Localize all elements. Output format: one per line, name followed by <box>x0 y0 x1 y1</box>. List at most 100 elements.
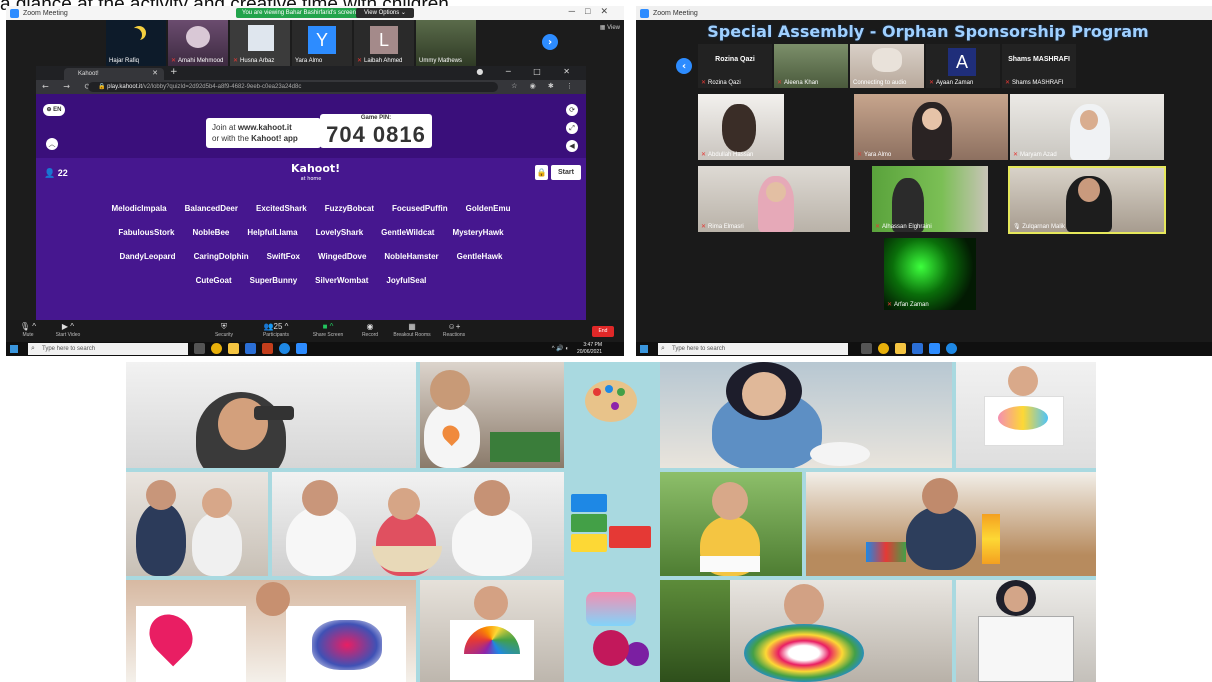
video-tile-active-speaker[interactable]: 🎙 Zulqarnan Malik <box>1008 166 1166 234</box>
taskbar-search[interactable]: ⌕ Type here to search <box>658 343 848 355</box>
browser-tab[interactable]: Kahoot! ✕ <box>64 68 164 80</box>
game-pin-box: Game PIN: 704 0816 <box>320 114 432 148</box>
video-tile[interactable]: ✕ Abdullah Hassan <box>698 94 784 160</box>
taskbar-search[interactable]: ⌕ Type here to search <box>28 343 188 355</box>
security-button[interactable]: ⛨ Security <box>204 322 244 338</box>
player-nickname: SuperBunny <box>245 274 302 287</box>
participant-thumb[interactable]: ✕ Aleena Khan <box>774 44 848 88</box>
windows-start-icon[interactable] <box>10 345 18 353</box>
video-tile[interactable]: ✕ Yara Almo <box>854 94 1008 160</box>
start-button[interactable]: Start <box>551 165 581 180</box>
lock-icon[interactable]: 🔒 <box>535 165 548 180</box>
view-button[interactable]: ▦ View <box>600 24 620 31</box>
participant-thumb[interactable]: Rozina Qazi ✕ Rozina Qazi <box>698 44 772 88</box>
chrome-icon[interactable] <box>211 343 222 354</box>
player-nickname: HelpfulLlama <box>243 226 302 239</box>
assembly-title: Special Assembly - Orphan Sponsorship Pr… <box>707 22 1149 41</box>
settings-icon[interactable]: ⟳ <box>566 104 578 116</box>
extension-icons[interactable]: ☆ ◉ ✱ ⋮ <box>511 82 578 90</box>
collapse-icon[interactable]: ︿ <box>46 138 58 150</box>
paint-palette-icon <box>566 362 656 440</box>
video-tile[interactable]: ✕ Alhassan Elghraini <box>872 166 988 232</box>
edge-icon[interactable] <box>946 343 957 354</box>
word-icon[interactable] <box>245 343 256 354</box>
zoom-titlebar: Zoom Meeting <box>636 6 1212 20</box>
toy-car <box>254 406 294 420</box>
mandala-art <box>744 624 864 682</box>
reactions-button[interactable]: ☺+ Reactions <box>434 322 474 338</box>
task-view-icon[interactable] <box>861 343 872 354</box>
participant-thumb[interactable]: ✕ Husna Arbaz <box>230 20 290 66</box>
taskbar-apps <box>861 343 957 354</box>
volume-icon[interactable]: ◀ <box>566 140 578 152</box>
mic-off-icon: ✕ <box>171 58 177 64</box>
next-page-arrow-icon[interactable]: › <box>542 34 558 50</box>
browser-window-controls[interactable]: ● ─ □ ✕ <box>476 67 580 76</box>
close-tab-icon[interactable]: ✕ <box>152 68 158 80</box>
address-bar[interactable]: 🔒 play.kahoot.it/v2/lobby?quizId=2d92d5b… <box>88 82 498 92</box>
participant-name: Aleena Khan <box>784 80 819 86</box>
moon-avatar-icon <box>128 28 142 42</box>
participant-thumb[interactable]: Shams MASHRAFI ✕ Shams MASHRAFI <box>1002 44 1076 88</box>
new-tab-icon[interactable]: + <box>170 67 178 77</box>
video-tile[interactable]: ✕ Rima Elmasri <box>698 166 850 232</box>
powerpoint-icon[interactable] <box>262 343 273 354</box>
participant-thumb[interactable]: Connecting to audio <box>850 44 924 88</box>
mic-off-icon: ✕ <box>875 224 881 230</box>
zoom-app-title: Zoom Meeting <box>653 9 698 17</box>
game-pin: 704 0816 <box>326 122 426 147</box>
record-button[interactable]: ◉ Record <box>350 322 390 338</box>
participants-button[interactable]: 👥25 ^ Participants <box>256 322 296 338</box>
participant-thumb[interactable]: L ✕ Laibah Ahmed <box>354 20 414 66</box>
photo-girl-with-pizza <box>660 362 952 468</box>
player-nickname: GentleHawk <box>452 250 507 263</box>
participant-name: Hajar Rafiq <box>109 58 140 64</box>
mute-button[interactable]: 🎙 ^ Mute <box>8 322 48 338</box>
participant-thumb[interactable]: Ummy Mathews <box>416 20 476 66</box>
player-nickname: CaringDolphin <box>189 250 253 263</box>
end-button[interactable]: End <box>592 326 614 337</box>
share-icon: ■ ^ <box>322 322 334 331</box>
player-nickname: CuteGoat <box>191 274 236 287</box>
participant-thumb[interactable]: A ✕ Ayaan Zaman <box>926 44 1000 88</box>
file-explorer-icon[interactable] <box>895 343 906 354</box>
language-button[interactable]: ⊕ EN <box>43 104 65 116</box>
window-controls[interactable]: ─□✕ <box>569 6 618 17</box>
fullscreen-icon[interactable]: ⤢ <box>566 122 578 134</box>
video-tile[interactable]: ✕ Maryam Azad <box>1010 94 1164 160</box>
breakout-rooms-button[interactable]: ▦ Breakout Rooms <box>392 322 432 338</box>
photo-girl-with-lego <box>420 362 564 468</box>
photo-boy-holding-toy-car <box>126 362 416 468</box>
pin-label: Game PIN: <box>360 115 392 121</box>
task-view-icon[interactable] <box>194 343 205 354</box>
participant-name: Rozina Qazi <box>708 80 741 86</box>
windows-start-icon[interactable] <box>640 345 648 353</box>
participant-name: Ayaan Zaman <box>936 80 974 86</box>
share-screen-button[interactable]: ■ ^ Share Screen <box>308 322 348 338</box>
search-icon: ⌕ <box>31 345 35 352</box>
start-video-button[interactable]: ▶ ^ Start Video <box>48 322 88 338</box>
system-tray-icons[interactable]: ^ 🔊 ◐ <box>552 345 569 352</box>
zoom-taskbar-icon[interactable] <box>296 343 307 354</box>
view-options-button[interactable]: View Options ⌄ <box>356 8 414 18</box>
previous-page-arrow-icon[interactable]: ‹ <box>676 58 692 74</box>
photo-boy-with-paintings <box>126 580 416 682</box>
word-icon[interactable] <box>912 343 923 354</box>
participant-thumb[interactable]: Y Yara Almo <box>292 20 352 66</box>
participant-thumb[interactable]: ✕ Amahi Mehmood <box>168 20 228 66</box>
craft-clipart-icons <box>566 576 656 682</box>
zoom-taskbar-icon[interactable] <box>929 343 940 354</box>
edge-icon[interactable] <box>279 343 290 354</box>
lego-tower <box>982 514 1000 564</box>
participant-thumb[interactable]: Hajar Rafiq <box>106 20 166 66</box>
player-nickname: SilverWombat <box>311 274 373 287</box>
file-explorer-icon[interactable] <box>228 343 239 354</box>
profile-picture <box>248 25 274 51</box>
video-tile[interactable]: ✕ Arfan Zaman <box>884 238 976 310</box>
initial-avatar: L <box>370 26 398 54</box>
face <box>1080 110 1098 130</box>
participant-strip: Rozina Qazi ✕ Rozina Qazi ✕ Aleena Khan Co… <box>698 44 1076 88</box>
participant-name: Laibah Ahmed <box>364 58 403 64</box>
zoom-window-assembly: Zoom Meeting Special Assembly - Orphan S… <box>636 6 1212 356</box>
chrome-icon[interactable] <box>878 343 889 354</box>
